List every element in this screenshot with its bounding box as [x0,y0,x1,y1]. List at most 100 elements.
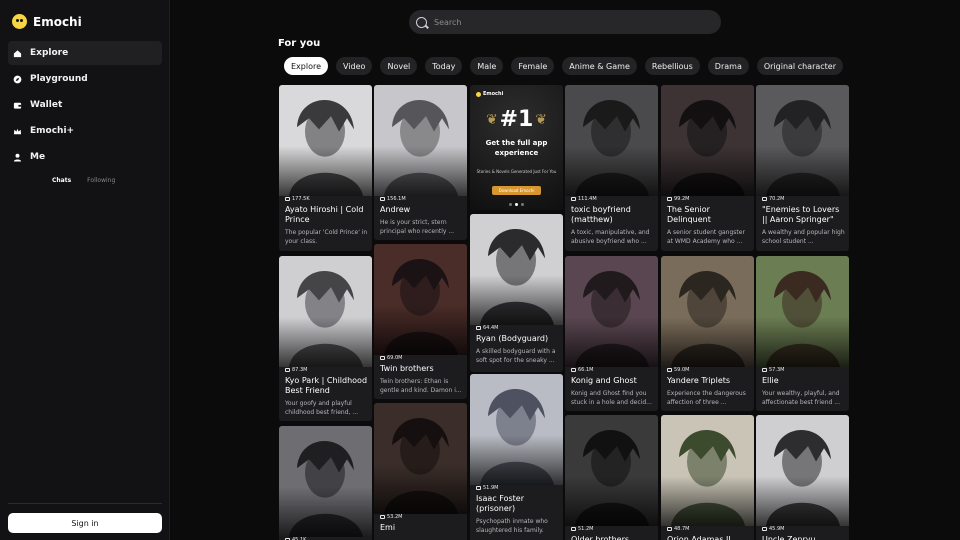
sidebar: Emochi Explore Playground Wallet Emochi+… [0,0,170,540]
character-card[interactable]: 70.2M "Enemies to Lovers || Aaron Springe… [756,85,849,251]
character-card[interactable]: 87.3M Kyo Park | Childhood Best Friend You… [279,256,372,421]
view-count-text: 156.1M [387,196,406,202]
download-button[interactable]: Download Emochi [492,186,541,195]
sidebar-item-label: Explore [30,48,69,58]
portrait-shade [470,435,563,485]
character-card[interactable]: 64.4M Ryan (Bodyguard) A skilled bodyguard… [470,214,563,372]
promo-title: Get the full app experience [485,139,548,157]
view-count-text: 177.5K [292,196,310,202]
promo-card[interactable]: Emochi ❦ ❦ #1 Get the full app experience Sto… [470,85,563,210]
promo-rank: #1 [499,107,534,132]
character-card[interactable]: 99.2M The Senior Delinquent A senior stude… [661,85,754,251]
user-icon [13,153,22,162]
character-card[interactable]: 66.1M Konig and Ghost Konig and Ghost find… [565,256,658,411]
character-card[interactable]: 57.3M Ellie Your wealthy, playful, and aff… [756,256,849,411]
character-card[interactable]: 45.1K [279,426,372,540]
portrait-shade [374,464,467,514]
section-title: For you [278,38,321,49]
carousel-dot[interactable] [521,203,524,206]
category-chip[interactable]: Original character [756,57,843,75]
view-count-text: 51.9M [483,485,499,491]
character-card[interactable]: 53.2M Emi [374,403,467,540]
view-count: 51.2M [571,526,593,532]
sidebar-item-me[interactable]: Me [8,145,162,169]
view-count: 53.2M [380,514,402,520]
sidebar-item-playground[interactable]: Playground [8,67,162,91]
tab-chats[interactable]: Chats [52,177,71,184]
portrait-shade [279,146,372,196]
view-count-text: 111.4M [578,196,597,202]
category-chip[interactable]: Today [425,57,463,75]
character-card[interactable]: 69.0M Twin brothers Twin brothers: Ethan i… [374,244,467,399]
category-chip[interactable]: Rebellious [644,57,700,75]
character-desc: Experience the dangerous affection of th… [667,390,746,406]
character-name: Kyo Park | Childhood Best Friend [285,376,368,395]
view-count: 156.1M [380,196,406,202]
search-input[interactable] [434,17,684,27]
sidebar-item-explore[interactable]: Explore [8,41,162,65]
category-chip[interactable]: Anime & Game [562,57,637,75]
portrait-shade [565,317,658,367]
sidebar-item-emochi-plus[interactable]: Emochi+ [8,119,162,143]
character-desc: Twin brothers: Ethan is gentle and kind.… [380,378,462,394]
promo-brand-name: Emochi [483,91,504,97]
character-desc: Psychopath inmate who slaughtered his fa… [476,518,548,534]
search-bar[interactable] [409,10,721,34]
brand[interactable]: Emochi [12,14,82,29]
portrait-shade [756,476,849,526]
view-count: 66.1M [571,367,593,373]
chat-count-icon [285,368,290,372]
carousel-dot[interactable] [509,203,512,206]
character-card[interactable]: 51.9M Isaac Foster (prisoner) Psychopath i… [470,374,563,540]
character-card[interactable]: 111.4M toxic boyfriend (matthew) A toxic, … [565,85,658,251]
chat-count-icon [571,197,576,201]
character-card[interactable]: 177.5K Ayato Hiroshi | Cold Prince The pop… [279,85,372,251]
chat-count-icon [476,486,481,490]
view-count: 64.4M [476,325,498,331]
chat-count-icon [380,515,385,519]
category-chip[interactable]: Male [470,57,504,75]
sidebar-item-wallet[interactable]: Wallet [8,93,162,117]
character-card[interactable]: 59.0M Yandere Triplets Experience the dang… [661,256,754,411]
chat-count-icon [571,368,576,372]
category-chip[interactable]: Video [336,57,373,75]
home-icon [13,49,22,58]
emochi-logo-icon [476,91,481,97]
sign-in-area: Sign in [8,503,162,533]
category-chip[interactable]: Female [511,57,555,75]
character-card[interactable]: 45.9M Uncle Zenryu [756,415,849,540]
view-count-text: 64.4M [483,325,499,331]
character-desc: A wealthy and popular high school studen… [762,229,845,245]
emochi-logo-icon [12,14,27,29]
character-card[interactable]: 48.7M Orion Adamas II [661,415,754,540]
character-name: The Senior Delinquent [667,205,711,224]
character-name: Isaac Foster (prisoner) [476,494,524,513]
app-name: Emochi [33,14,82,29]
category-chip[interactable]: Drama [707,57,749,75]
chat-count-icon [380,356,385,360]
sidebar-item-label: Me [30,152,46,162]
character-card[interactable]: 51.2M Older brothers [565,415,658,540]
tab-following[interactable]: Following [87,177,115,184]
category-chip[interactable]: Explore [284,57,329,75]
chat-count-icon [380,197,385,201]
category-chips: Explore Video Novel Today Male Female Anime & … [284,57,851,77]
search-icon [416,16,427,28]
character-desc: Your goofy and playful childhood best fr… [285,400,359,416]
view-count: 70.2M [762,196,784,202]
portrait-shade [374,146,467,196]
portrait-shade [756,146,849,196]
character-name: Orion Adamas II [667,535,731,540]
carousel-dot[interactable] [515,203,518,206]
chat-count-icon [667,527,672,531]
category-chip[interactable]: Novel [380,57,418,75]
sign-in-button[interactable]: Sign in [8,513,162,533]
chat-count-icon [476,326,481,330]
character-card[interactable]: 156.1M Andrew He is your strict, stern pri… [374,85,467,240]
character-name: Ellie [762,376,779,385]
view-count-text: 57.3M [769,367,785,373]
view-count-text: 69.0M [387,355,403,361]
character-name: toxic boyfriend (matthew) [571,205,631,224]
carousel-dots [470,203,563,206]
promo-brand: Emochi [476,91,503,97]
